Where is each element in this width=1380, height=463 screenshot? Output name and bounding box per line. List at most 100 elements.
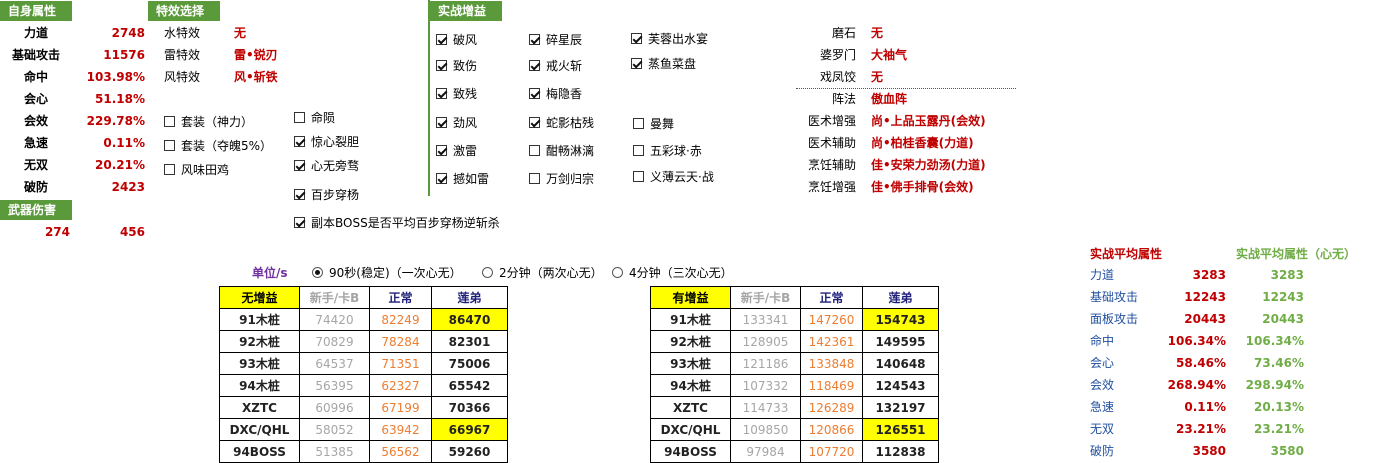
checkbox[interactable] xyxy=(436,145,447,156)
table-row-label: 94木桩 xyxy=(650,374,731,397)
buff-checkbox[interactable]: 撼如雷 xyxy=(436,168,489,190)
radio-button[interactable] xyxy=(612,267,623,278)
table-cell: 124543 xyxy=(862,374,939,397)
self-attr-label: 无双 xyxy=(23,158,48,172)
info-divider xyxy=(796,88,1016,89)
table-row-label: 91木桩 xyxy=(219,308,300,331)
table-row: 94BOSS 97984 107720 112838 xyxy=(650,440,939,463)
table-row: 93木桩 121186 133848 140648 xyxy=(650,352,939,375)
table-row: 94BOSS 51385 56562 59260 xyxy=(219,440,508,463)
radio-button[interactable] xyxy=(482,267,493,278)
checkbox[interactable] xyxy=(633,171,644,182)
checkbox[interactable] xyxy=(631,33,642,44)
mid-option-checkbox[interactable]: 百步穿杨 xyxy=(294,184,359,206)
checkbox[interactable] xyxy=(529,34,540,45)
checkbox[interactable] xyxy=(294,217,305,228)
unit-radio-option[interactable]: 2分钟（两次心无） xyxy=(482,262,603,284)
table-cell: 120866 xyxy=(800,418,863,441)
checkbox[interactable] xyxy=(529,173,540,184)
checkbox[interactable] xyxy=(633,118,644,129)
radio-button[interactable] xyxy=(312,267,323,278)
checkbox[interactable] xyxy=(529,60,540,71)
info-value[interactable]: 傲血阵 xyxy=(871,88,907,110)
left-option-checkbox[interactable]: 套装（夺魄5%） xyxy=(164,135,272,157)
table-row-label: 93木桩 xyxy=(650,352,731,375)
buff-checkbox[interactable]: 致伤 xyxy=(436,55,477,77)
buff-checkbox[interactable]: 万剑归宗 xyxy=(529,168,594,190)
checkbox[interactable] xyxy=(529,88,540,99)
checkbox[interactable] xyxy=(633,145,644,156)
info-value[interactable]: 佳•安荣力劲汤(力道) xyxy=(871,154,986,176)
buff-checkbox[interactable]: 梅隐香 xyxy=(529,83,582,105)
buff-checkbox[interactable]: 致残 xyxy=(436,83,477,105)
checkbox[interactable] xyxy=(436,60,447,71)
checkbox[interactable] xyxy=(436,88,447,99)
mid-option-checkbox[interactable]: 命陨 xyxy=(294,107,335,129)
unit-radio-option[interactable]: 90秒(稳定)（一次心无） xyxy=(312,262,462,284)
info-value[interactable]: 尚•柏桂香囊(力道) xyxy=(871,132,974,154)
buff-checkbox[interactable]: 酣畅淋漓 xyxy=(529,140,594,162)
table-cell: 74420 xyxy=(299,308,370,331)
effect-label: 水特效 xyxy=(164,26,201,40)
info-value[interactable]: 无 xyxy=(871,22,883,44)
checkbox[interactable] xyxy=(436,117,447,128)
mid-option-checkbox[interactable]: 惊心裂胆 xyxy=(294,131,359,153)
effect-value[interactable]: 雷•锐刃 xyxy=(234,44,278,66)
food-checkbox[interactable]: 蒸鱼菜盘 xyxy=(631,53,696,75)
food-checkbox[interactable]: 芙蓉出水宴 xyxy=(631,28,708,50)
checkbox-label: 万剑归宗 xyxy=(546,172,595,186)
buff-checkbox[interactable]: 义薄云天·战 xyxy=(633,166,714,188)
checkbox[interactable] xyxy=(436,34,447,45)
info-value[interactable]: 佳•佛手排骨(会效) xyxy=(871,176,974,198)
buff-checkbox[interactable]: 曼舞 xyxy=(633,113,674,135)
table-cell: 67199 xyxy=(369,396,432,419)
checkbox[interactable] xyxy=(164,140,175,151)
table-header-cell: 新手/卡B xyxy=(299,286,370,309)
buff-checkbox[interactable]: 碎星辰 xyxy=(529,29,582,51)
table-cell: 56395 xyxy=(299,374,370,397)
checkbox[interactable] xyxy=(436,173,447,184)
checkbox[interactable] xyxy=(529,117,540,128)
left-option-checkbox[interactable]: 套装（神力） xyxy=(164,111,253,133)
table-row-label: DXC/QHL xyxy=(650,418,731,441)
self-attr-header: 自身属性 xyxy=(0,1,72,21)
checkbox[interactable] xyxy=(164,164,175,175)
left-option-checkbox[interactable]: 风味田鸡 xyxy=(164,159,229,181)
effect-value[interactable]: 无 xyxy=(234,22,246,44)
table-header-cell: 新手/卡B xyxy=(730,286,801,309)
table-cell: 132197 xyxy=(862,396,939,419)
table-cell: 126289 xyxy=(800,396,863,419)
info-value[interactable]: 无 xyxy=(871,66,883,88)
unit-radio-option[interactable]: 4分钟（三次心无） xyxy=(612,262,733,284)
checkbox[interactable] xyxy=(529,145,540,156)
checkbox[interactable] xyxy=(294,136,305,147)
checkbox-label: 致残 xyxy=(453,87,478,101)
checkbox[interactable] xyxy=(294,160,305,171)
buff-checkbox[interactable]: 破风 xyxy=(436,29,477,51)
buff-checkbox[interactable]: 劲风 xyxy=(436,112,477,134)
table-cell: 86470 xyxy=(431,308,508,331)
weapon-damage-min: 274 xyxy=(44,225,70,239)
checkbox[interactable] xyxy=(631,58,642,69)
info-value[interactable]: 尚•上品玉露丹(会效) xyxy=(871,110,986,132)
table-cell: 114733 xyxy=(730,396,801,419)
table-row-label: 91木桩 xyxy=(650,308,731,331)
combat-stats-header: 实战平均属性 xyxy=(1090,247,1163,261)
combat-stat-nomind-value: 73.46% xyxy=(1254,356,1304,370)
checkbox[interactable] xyxy=(164,116,175,127)
weapon-damage-max: 456 xyxy=(119,225,145,239)
buff-checkbox[interactable]: 五彩球·赤 xyxy=(633,140,702,162)
buff-checkbox[interactable]: 戒火斩 xyxy=(529,55,582,77)
effect-value[interactable]: 风•斩铁 xyxy=(234,66,278,88)
mid-option-checkbox[interactable]: 副本BOSS是否平均百步穿杨逆斩杀 xyxy=(294,212,500,234)
self-attr-label: 命中 xyxy=(23,70,48,84)
mid-option-checkbox[interactable]: 心无旁骛 xyxy=(294,155,359,177)
table-row: XZTC 114733 126289 132197 xyxy=(650,396,939,419)
checkbox[interactable] xyxy=(294,189,305,200)
info-label: 烹饪辅助 xyxy=(807,158,856,172)
buff-checkbox[interactable]: 激雷 xyxy=(436,140,477,162)
table-cell: 121186 xyxy=(730,352,801,375)
buff-checkbox[interactable]: 蛇影枯残 xyxy=(529,112,594,134)
checkbox[interactable] xyxy=(294,112,305,123)
info-value[interactable]: 大袖气 xyxy=(871,44,907,66)
